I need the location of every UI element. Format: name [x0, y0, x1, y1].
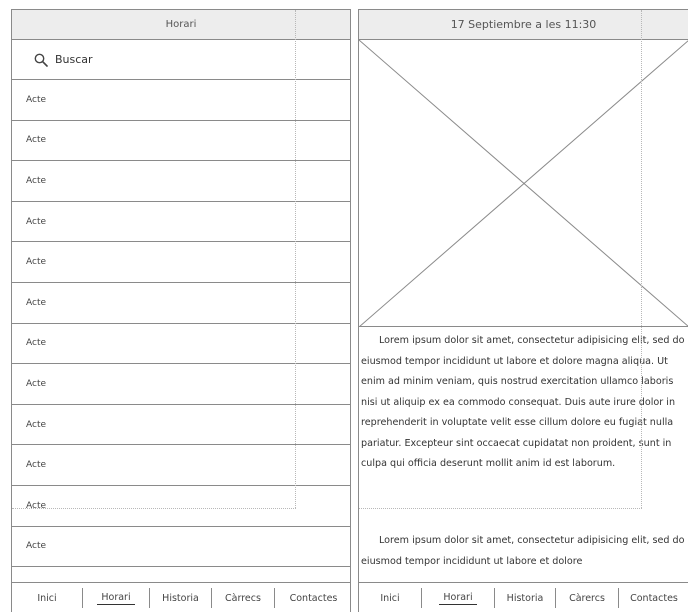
list-item-label: Acte [26, 216, 47, 227]
description-paragraph: Lorem ipsum dolor sit amet, consectetur … [361, 335, 685, 469]
list-item[interactable]: Acte [12, 121, 350, 162]
tab-contactes[interactable]: Contactes [619, 583, 688, 612]
event-list: Acte Acte Acte Acte Acte Acte Acte Acte … [12, 80, 350, 568]
tab-carrecs[interactable]: Càrercs [556, 583, 618, 612]
tab-bar: Inici Horari Historia Càrrecs Contactes [12, 582, 350, 612]
description-paragraph: Lorem ipsum dolor sit amet, consectetur … [361, 535, 685, 567]
list-item[interactable]: Acte [12, 445, 350, 486]
list-item[interactable]: Acte [12, 527, 350, 568]
tab-inici[interactable]: Inici [359, 583, 421, 612]
list-item-label: Acte [26, 257, 47, 268]
list-item-label: Acte [26, 419, 47, 430]
tab-historia[interactable]: Historia [150, 583, 211, 612]
list-item-label: Acte [26, 500, 47, 511]
list-item-label: Acte [26, 541, 47, 552]
screen-title: Horari [12, 10, 350, 40]
list-item[interactable]: Acte [12, 161, 350, 202]
tab-contactes[interactable]: Contactes [275, 583, 350, 612]
tab-bar: Inici Horari Historia Càrercs Contactes [359, 582, 688, 612]
list-item-label: Acte [26, 460, 47, 471]
list-item-label: Acte [26, 135, 47, 146]
search-input[interactable]: Buscar [55, 53, 93, 66]
list-item[interactable]: Acte [12, 202, 350, 243]
list-item-label: Acte [26, 94, 47, 105]
list-item[interactable]: Acte [12, 364, 350, 405]
list-item-label: Acte [26, 338, 47, 349]
tab-horari[interactable]: Horari [422, 583, 494, 612]
list-item[interactable]: Acte [12, 242, 350, 283]
list-item[interactable]: Acte [12, 283, 350, 324]
list-item-label: Acte [26, 378, 47, 389]
tab-historia[interactable]: Historia [495, 583, 555, 612]
tab-inici[interactable]: Inici [12, 583, 82, 612]
horari-screen: Horari Buscar Acte Acte Acte Acte Acte A… [11, 9, 351, 612]
image-placeholder [359, 39, 688, 328]
tab-carrecs[interactable]: Càrrecs [212, 583, 274, 612]
list-item[interactable]: Acte [12, 405, 350, 446]
search-bar[interactable]: Buscar [12, 40, 350, 80]
event-detail-screen: 17 Septiembre a les 11:30 Lorem ipsum do… [358, 9, 688, 612]
list-item-label: Acte [26, 297, 47, 308]
screen-title: 17 Septiembre a les 11:30 [359, 10, 688, 40]
list-item[interactable]: Acte [12, 80, 350, 121]
list-item-label: Acte [26, 175, 47, 186]
list-item[interactable]: Acte [12, 486, 350, 527]
search-icon [34, 53, 48, 67]
tab-horari[interactable]: Horari [83, 583, 149, 612]
list-item[interactable]: Acte [12, 324, 350, 365]
guide-line [359, 508, 642, 509]
